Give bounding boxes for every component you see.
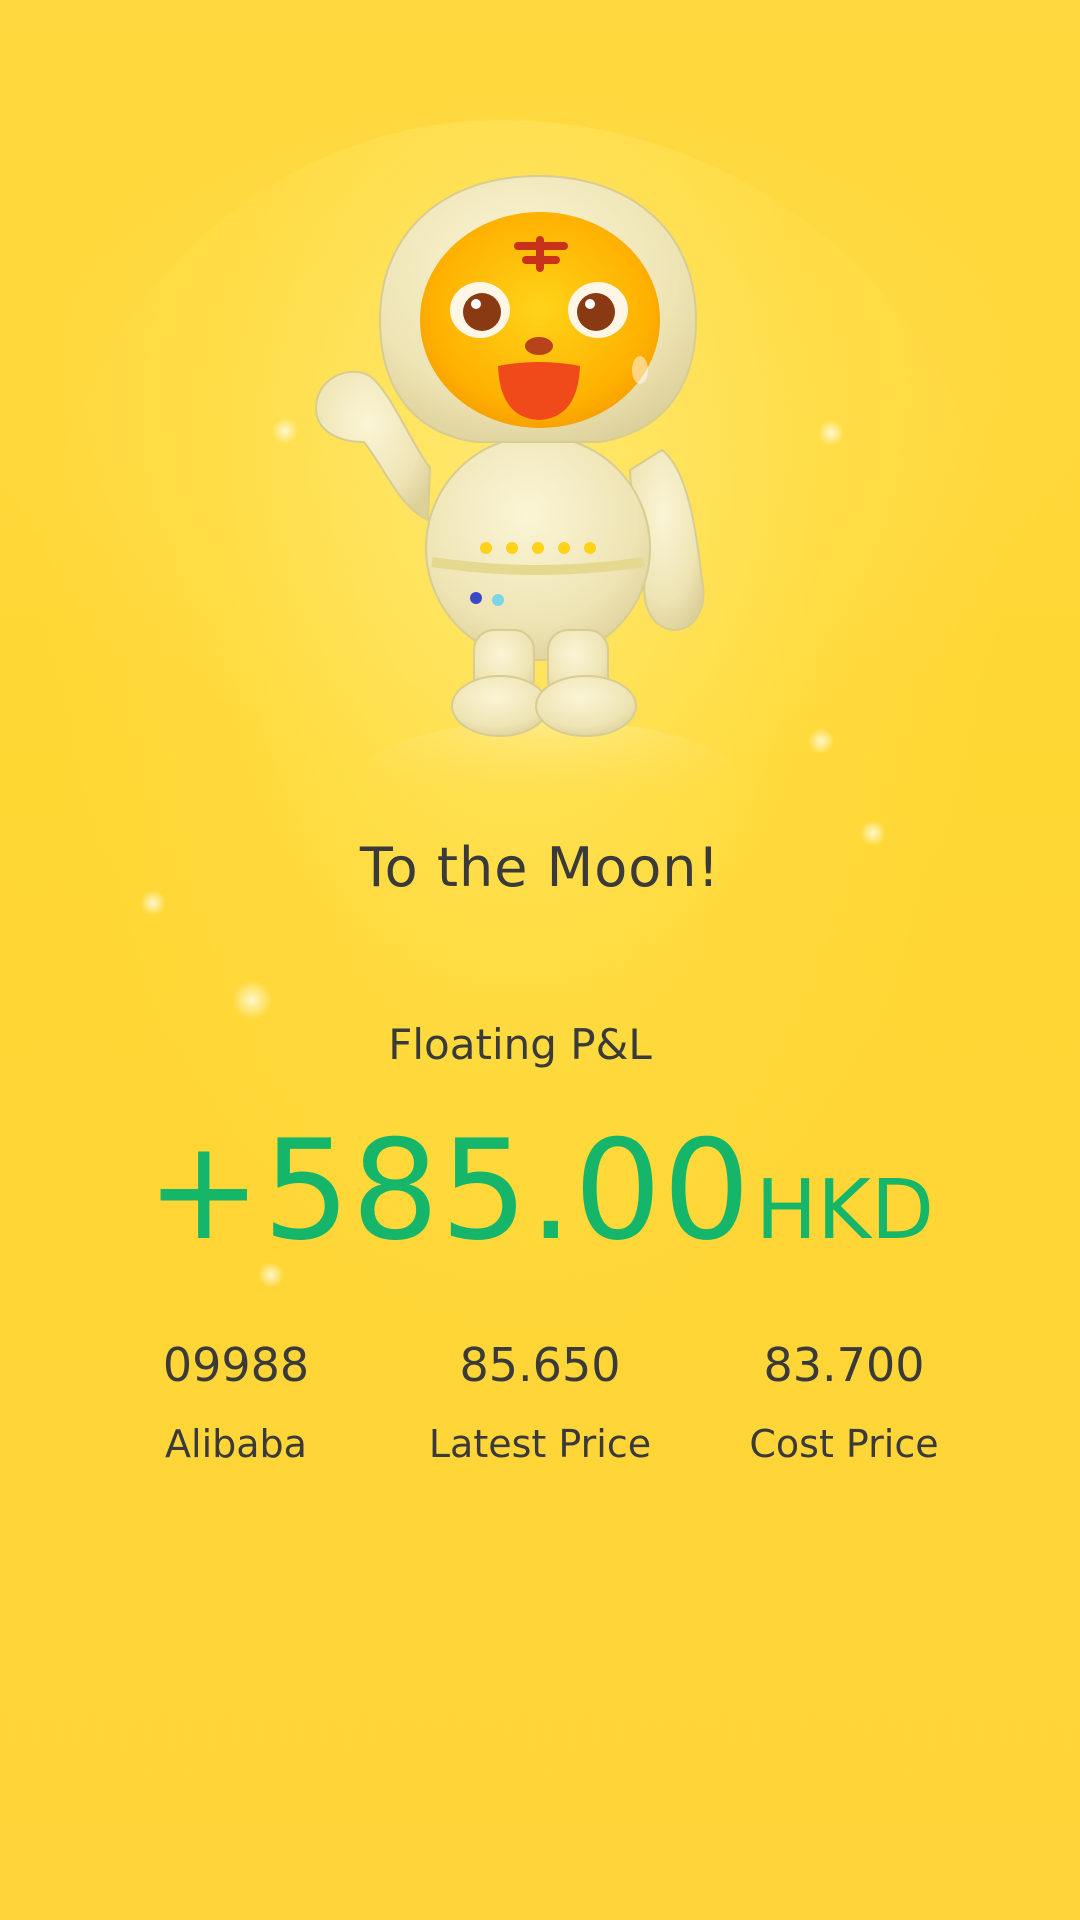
stock-code: 09988: [162, 1338, 310, 1392]
floating-pnl-currency: HKD: [755, 1163, 935, 1258]
floating-pnl-label: Floating P&L: [388, 1020, 652, 1069]
cost-price-label: Cost Price: [749, 1422, 939, 1466]
tiger-astronaut-mascot: [314, 174, 730, 790]
latest-price-value: 85.650: [459, 1338, 621, 1392]
stat-stock: 09988 Alibaba: [86, 1338, 386, 1466]
floating-pnl-value: +585.00HKD: [0, 1110, 1080, 1271]
cost-price-value: 83.700: [763, 1338, 925, 1392]
stock-name: Alibaba: [165, 1422, 307, 1466]
stat-cost-price: 83.700 Cost Price: [694, 1338, 994, 1466]
sparkle: [272, 418, 298, 444]
sparkle: [818, 420, 844, 446]
floating-pnl-amount: +585.00: [145, 1110, 752, 1271]
latest-price-label: Latest Price: [428, 1422, 652, 1466]
stat-latest-price: 85.650 Latest Price: [390, 1338, 690, 1466]
sparkle: [808, 728, 834, 754]
banner-title: To the Moon!: [359, 836, 721, 899]
sparkle: [232, 980, 272, 1020]
